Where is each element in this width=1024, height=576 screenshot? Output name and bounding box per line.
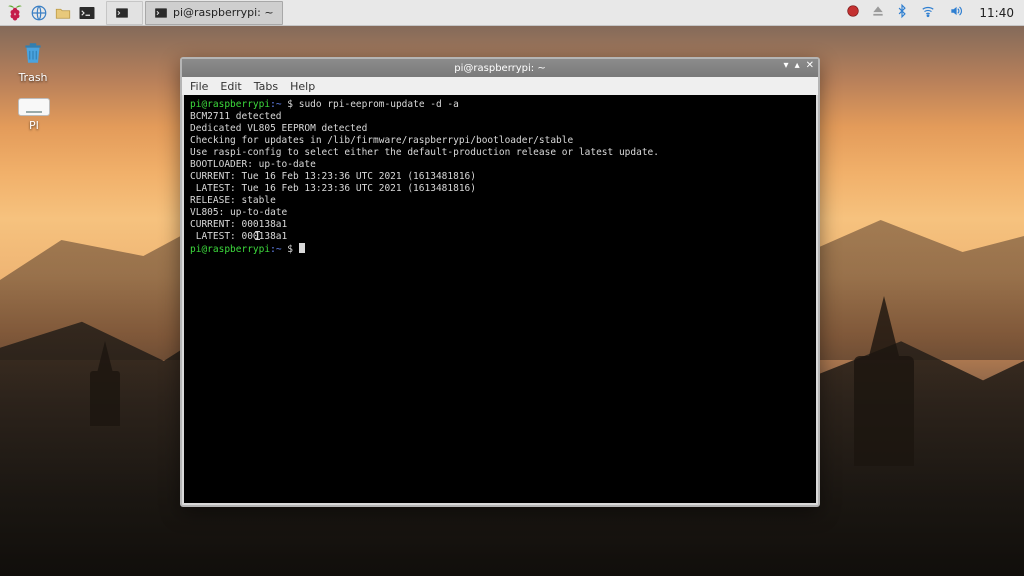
volume-icon[interactable]: [947, 4, 965, 21]
terminal-pane[interactable]: pi@raspberrypi:~ $ sudo rpi-eeprom-updat…: [184, 95, 816, 503]
prompt-userhost: pi@raspberrypi: [190, 99, 270, 110]
menu-edit[interactable]: Edit: [220, 80, 241, 93]
taskbar-item-terminal-active[interactable]: pi@raspberrypi: ~: [145, 1, 283, 25]
record-icon[interactable]: [845, 3, 861, 22]
taskbar-tasks: pi@raspberrypi: ~: [106, 1, 283, 25]
minimize-button[interactable]: ▾: [784, 61, 789, 71]
taskbar-item-label: pi@raspberrypi: ~: [173, 6, 274, 19]
window-menubar: File Edit Tabs Help: [182, 77, 818, 95]
desktop-icon-label: PI: [29, 119, 39, 132]
web-browser-icon[interactable]: [28, 2, 50, 24]
terminal-launcher-icon[interactable]: [76, 2, 98, 24]
top-panel: pi@raspberrypi: ~ 11:40: [0, 0, 1024, 26]
maximize-button[interactable]: ▴: [795, 61, 800, 71]
terminal-icon: [154, 6, 168, 20]
desktop-icon-drive[interactable]: PI: [18, 92, 50, 132]
prompt-userhost: pi@raspberrypi: [190, 244, 270, 255]
menu-tabs[interactable]: Tabs: [254, 80, 278, 93]
eject-icon[interactable]: [871, 4, 885, 21]
window-titlebar[interactable]: pi@raspberrypi: ~ ▾ ▴ ✕: [182, 59, 818, 77]
menu-help[interactable]: Help: [290, 80, 315, 93]
raspberry-menu-icon[interactable]: [4, 2, 26, 24]
terminal-output: BCM2711 detected Dedicated VL805 EEPROM …: [190, 111, 659, 242]
terminal-icon: [115, 6, 129, 20]
system-tray: 11:40: [845, 3, 1014, 22]
terminal-command: sudo rpi-eeprom-update -d -a: [299, 99, 459, 110]
panel-clock[interactable]: 11:40: [979, 6, 1014, 20]
prompt-dollar: $: [282, 99, 299, 110]
wallpaper-temple: [90, 371, 120, 426]
bluetooth-icon[interactable]: [895, 3, 909, 22]
file-manager-icon[interactable]: [52, 2, 74, 24]
desktop-icon-label: Trash: [18, 71, 47, 84]
drive-icon: [18, 98, 50, 116]
wallpaper-temple: [854, 356, 914, 466]
wifi-icon[interactable]: [919, 4, 937, 21]
close-button[interactable]: ✕: [806, 61, 814, 71]
terminal-window: pi@raspberrypi: ~ ▾ ▴ ✕ File Edit Tabs H…: [180, 57, 820, 507]
taskbar-item-terminal[interactable]: [106, 1, 143, 25]
menu-file[interactable]: File: [190, 80, 208, 93]
text-caret-icon: I: [254, 230, 261, 242]
terminal-cursor: [299, 243, 305, 253]
trash-icon: [18, 38, 48, 68]
prompt-dollar: $: [282, 244, 299, 255]
desktop-icon-trash[interactable]: Trash: [18, 38, 48, 84]
window-title: pi@raspberrypi: ~: [454, 63, 545, 74]
